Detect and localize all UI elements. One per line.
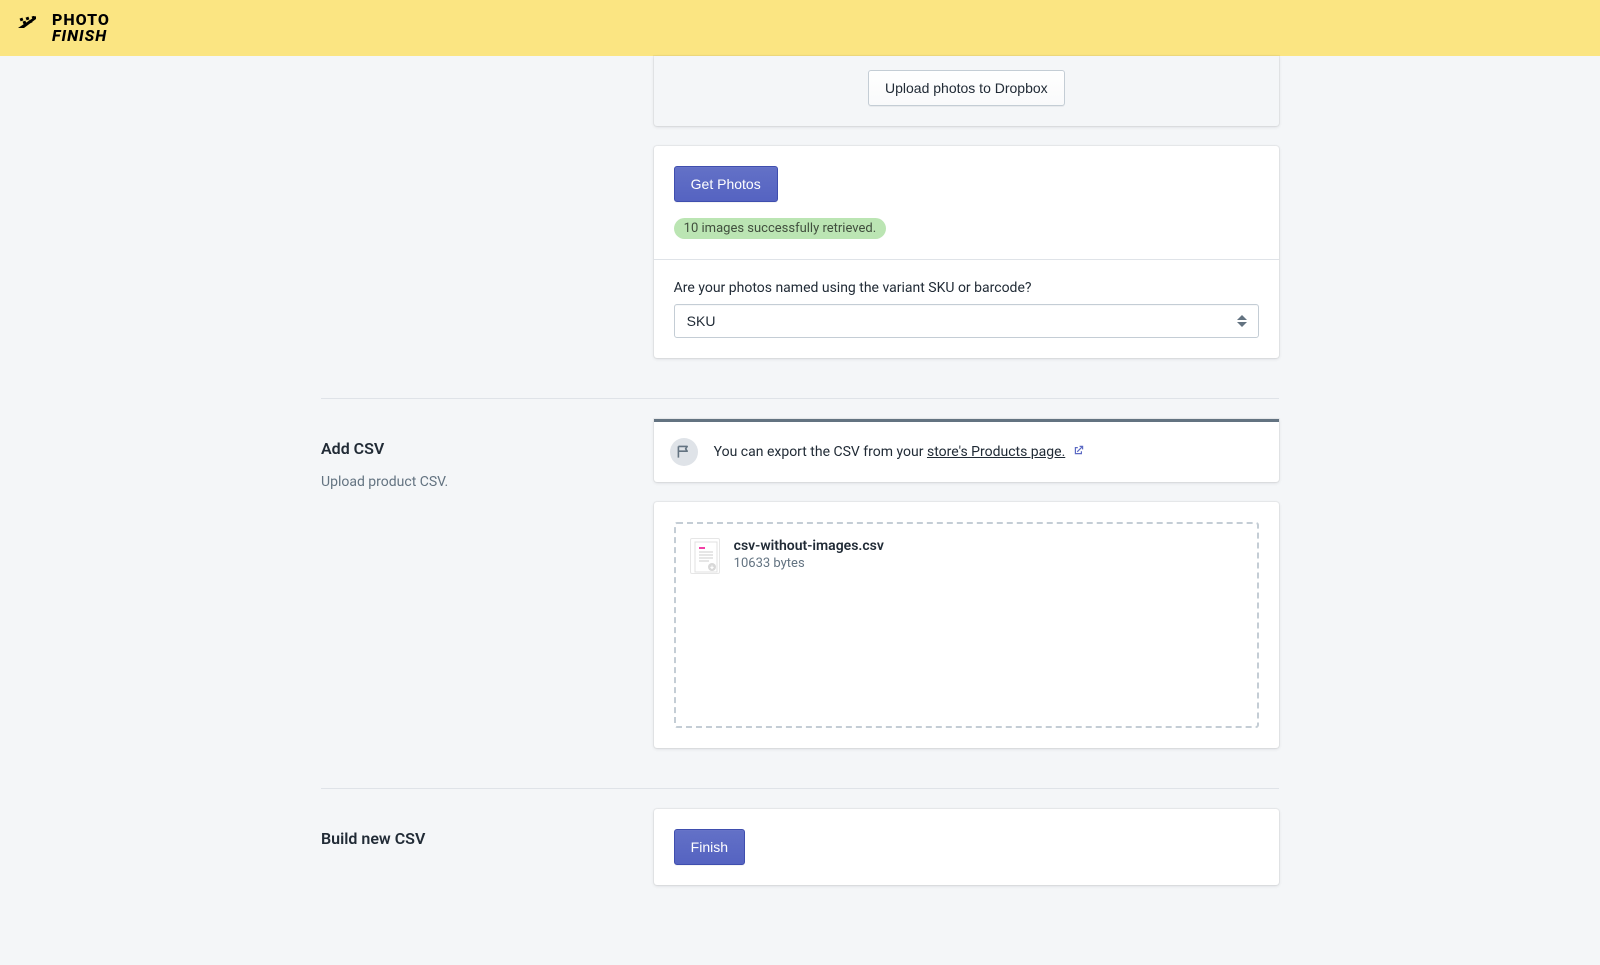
build-csv-heading: Build new CSV — [321, 829, 634, 848]
external-link-icon — [1073, 444, 1085, 460]
csv-export-banner: You can export the CSV from your store's… — [654, 419, 1279, 482]
finish-button[interactable]: Finish — [674, 829, 745, 865]
get-photos-button[interactable]: Get Photos — [674, 166, 778, 202]
add-csv-description: Upload product CSV. — [321, 474, 634, 490]
brand-logo: PHOTO FINISH — [18, 12, 110, 44]
add-csv-heading: Add CSV — [321, 439, 634, 458]
csv-dropzone[interactable]: csv-without-images.csv 10633 bytes — [674, 522, 1259, 728]
uploaded-file-item: csv-without-images.csv 10633 bytes — [690, 538, 1243, 574]
file-name: csv-without-images.csv — [734, 538, 884, 554]
flag-banner-icon — [670, 438, 698, 466]
products-page-link[interactable]: store's Products page. — [927, 444, 1065, 460]
build-csv-card: Finish — [654, 809, 1279, 885]
file-size: 10633 bytes — [734, 556, 884, 571]
success-badge: 10 images successfully retrieved. — [674, 218, 886, 239]
banner-prefix-text: You can export the CSV from your — [714, 444, 927, 460]
naming-question-label: Are your photos named using the variant … — [674, 280, 1259, 296]
naming-select[interactable]: SKU — [674, 304, 1259, 338]
upload-dropbox-card: Upload photos to Dropbox — [654, 56, 1279, 126]
app-header: PHOTO FINISH — [0, 0, 1600, 56]
brand-text-line2: FINISH — [52, 28, 110, 44]
flag-icon — [18, 16, 48, 40]
upload-dropbox-button[interactable]: Upload photos to Dropbox — [868, 70, 1065, 106]
get-photos-card: Get Photos 10 images successfully retrie… — [654, 146, 1279, 358]
csv-upload-card: csv-without-images.csv 10633 bytes — [654, 502, 1279, 748]
file-thumb-icon — [690, 538, 720, 574]
